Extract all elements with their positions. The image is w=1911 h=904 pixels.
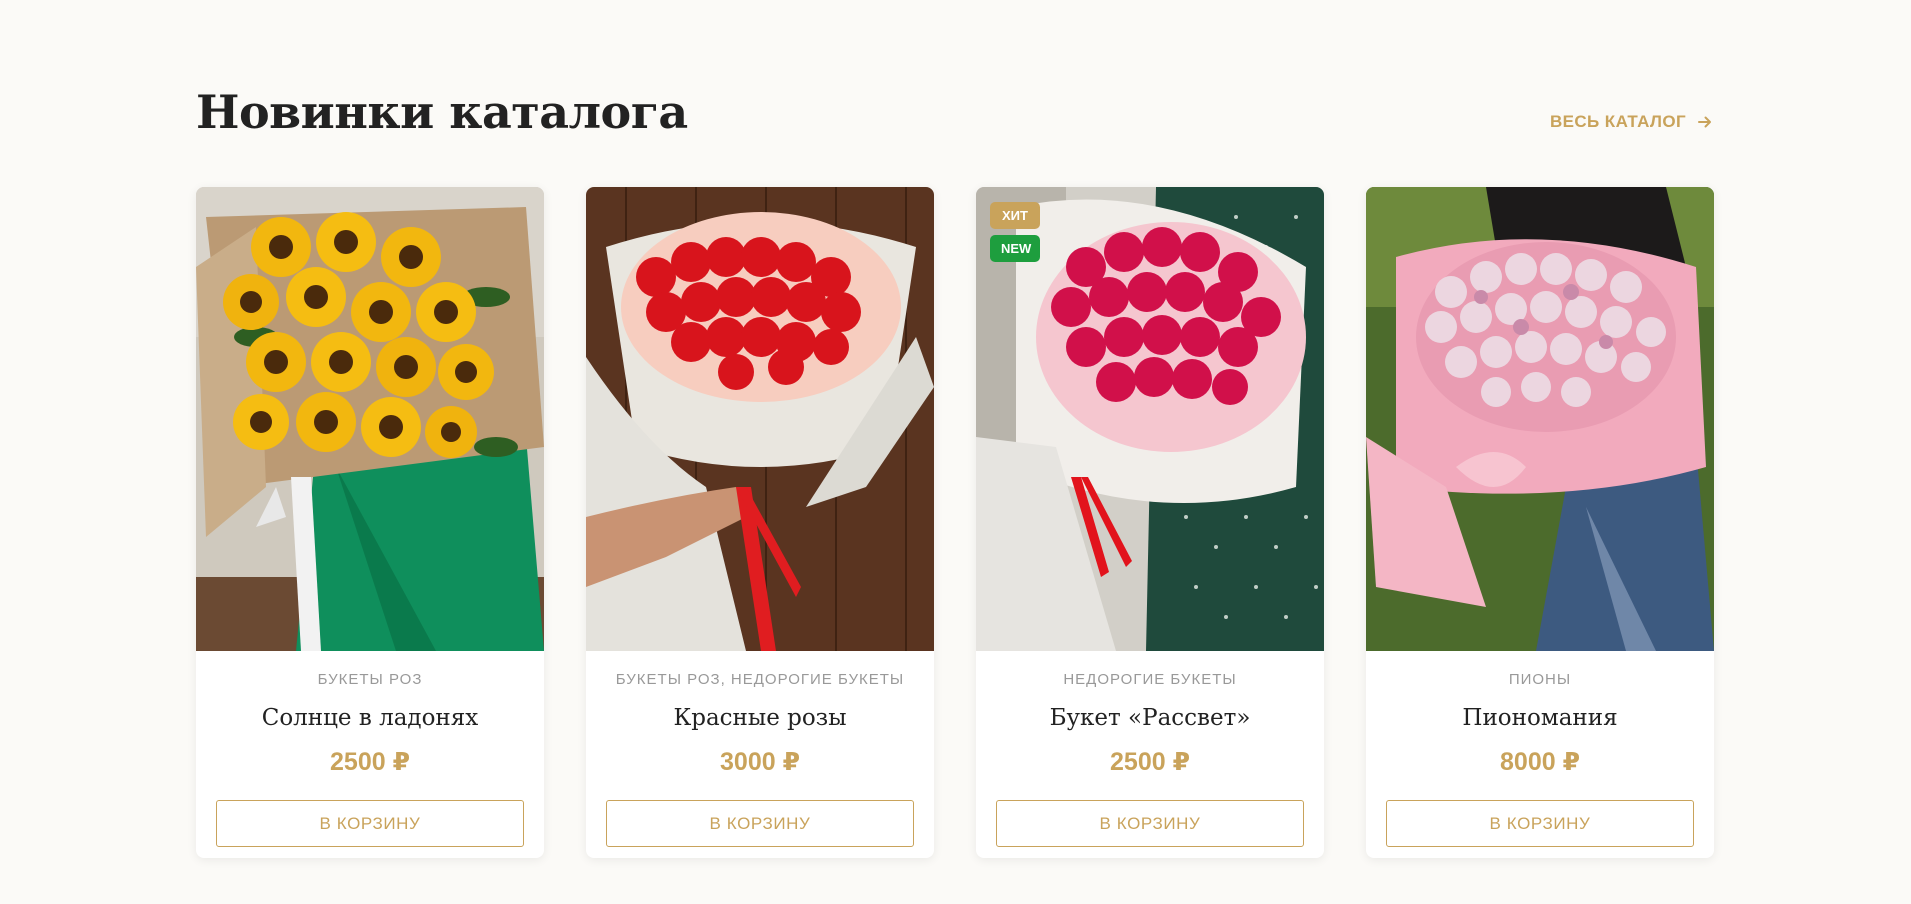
product-price: 2500 ₽ xyxy=(330,748,410,776)
product-card[interactable]: БУКЕТЫ РОЗ, НЕДОРОГИЕ БУКЕТЫ Красные роз… xyxy=(586,187,934,858)
product-image-red-roses[interactable] xyxy=(586,187,934,651)
product-category[interactable]: БУКЕТЫ РОЗ xyxy=(196,671,544,689)
product-grid: БУКЕТЫ РОЗ Солнце в ладонях 2500 ₽ В КОР… xyxy=(196,187,1714,858)
product-title[interactable]: Пиономания xyxy=(1366,703,1714,733)
badge-new: NEW xyxy=(990,235,1040,262)
add-to-cart-button[interactable]: В КОРЗИНУ xyxy=(996,800,1304,847)
product-category[interactable]: ПИОНЫ xyxy=(1366,671,1714,689)
product-price: 2500 ₽ xyxy=(1110,748,1190,776)
product-image-peonies[interactable] xyxy=(1366,187,1714,651)
product-title[interactable]: Солнце в ладонях xyxy=(196,703,544,733)
badge-hit: ХИТ xyxy=(990,202,1040,229)
product-title[interactable]: Букет «Рассвет» xyxy=(976,703,1324,733)
add-to-cart-button[interactable]: В КОРЗИНУ xyxy=(216,800,524,847)
product-price: 8000 ₽ xyxy=(1500,748,1580,776)
product-card[interactable]: ХИТ NEW НЕДОРОГИЕ БУКЕТЫ Букет «Рассвет»… xyxy=(976,187,1324,858)
product-category[interactable]: НЕДОРОГИЕ БУКЕТЫ xyxy=(976,671,1324,689)
arrow-right-icon xyxy=(1696,113,1714,131)
product-title[interactable]: Красные розы xyxy=(586,703,934,733)
product-card[interactable]: ПИОНЫ Пиономания 8000 ₽ В КОРЗИНУ xyxy=(1366,187,1714,858)
section-title: Новинки каталога xyxy=(196,85,688,139)
all-catalog-link[interactable]: ВЕСЬ КАТАЛОГ xyxy=(1550,112,1714,132)
product-image-sunflowers[interactable] xyxy=(196,187,544,651)
product-card[interactable]: БУКЕТЫ РОЗ Солнце в ладонях 2500 ₽ В КОР… xyxy=(196,187,544,858)
add-to-cart-button[interactable]: В КОРЗИНУ xyxy=(606,800,914,847)
add-to-cart-button[interactable]: В КОРЗИНУ xyxy=(1386,800,1694,847)
product-price: 3000 ₽ xyxy=(720,748,800,776)
new-products-section: Новинки каталога ВЕСЬ КАТАЛОГ БУКЕТЫ РОЗ… xyxy=(196,0,1714,904)
product-category[interactable]: БУКЕТЫ РОЗ, НЕДОРОГИЕ БУКЕТЫ xyxy=(586,671,934,689)
all-catalog-link-label: ВЕСЬ КАТАЛОГ xyxy=(1549,112,1686,131)
product-image-sunrise-bouquet[interactable]: ХИТ NEW xyxy=(976,187,1324,651)
product-badges: ХИТ NEW xyxy=(990,202,1040,262)
